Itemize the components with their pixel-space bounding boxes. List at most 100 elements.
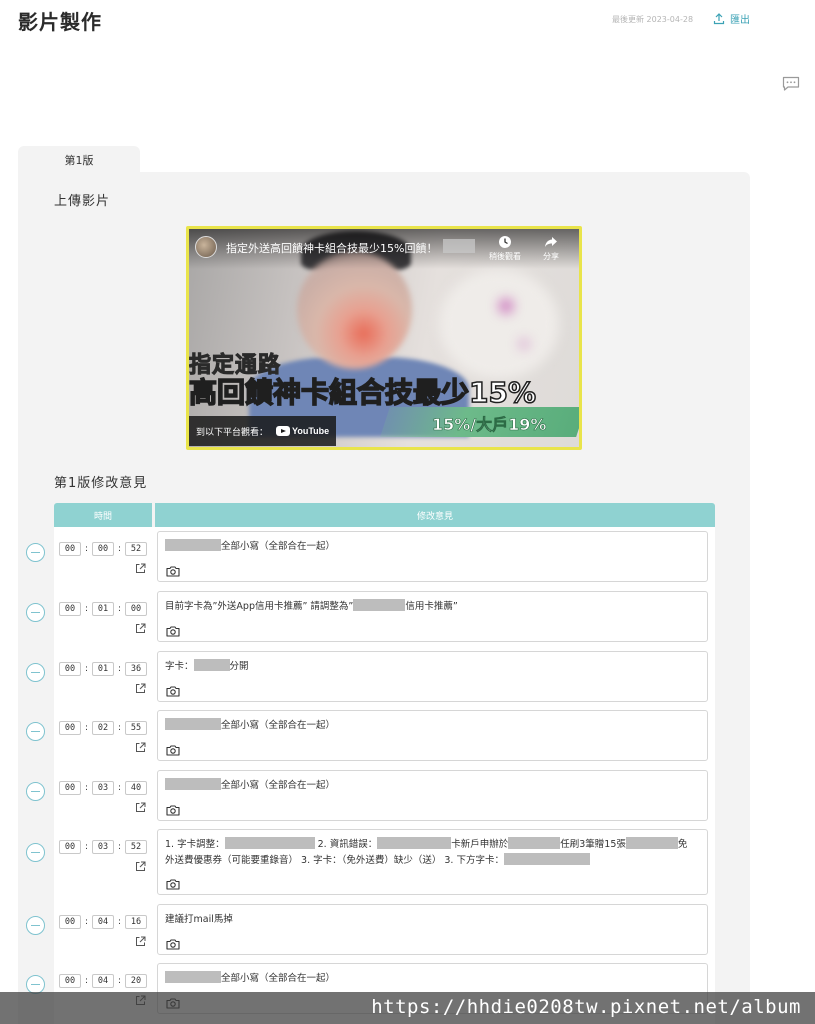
- timecode-seconds-input[interactable]: 55: [125, 721, 147, 735]
- comment-fragment: 卡新戶申辦於: [451, 839, 509, 850]
- comment-fragment: 全部小寫（全部合在一起）: [221, 720, 336, 731]
- timecode-input: 00 : 04 : 20: [59, 974, 147, 988]
- table-row: 00 : 01 : 00 目前字卡為”外送App信用卡推薦” 請調整為” 信用卡推…: [0, 591, 815, 642]
- timecode-minutes-input[interactable]: 01: [92, 602, 114, 616]
- comment-textarea[interactable]: 字卡： 分開: [157, 651, 708, 702]
- feedback-section-title: 第1版修改意見: [54, 476, 148, 491]
- remove-row-button[interactable]: [26, 916, 45, 935]
- table-row: 00 : 01 : 36 字卡： 分開: [0, 651, 815, 702]
- upload-icon: [713, 12, 725, 24]
- remove-row-button[interactable]: [26, 543, 45, 562]
- comment-textarea[interactable]: 建議打mail馬掉: [157, 904, 708, 955]
- video-title[interactable]: 指定外送高回饋神卡組合技最少15%回饋！: [226, 240, 437, 256]
- open-external-icon[interactable]: [135, 936, 146, 947]
- redacted-block: [193, 659, 230, 671]
- remove-row-button[interactable]: [26, 722, 45, 741]
- watch-on-youtube-bar[interactable]: 到以下平台觀看： YouTube: [189, 416, 336, 446]
- camera-icon[interactable]: [166, 878, 180, 890]
- timecode-hours-input[interactable]: 00: [59, 840, 81, 854]
- table-row: 00 : 02 : 55 全部小寫（全部合在一起）: [0, 710, 815, 761]
- redacted-block: [503, 853, 590, 865]
- table-row: 00 : 03 : 52 1. 字卡調整： 2. 資訊錯誤： 卡新戶申辦於 任刷3筆…: [0, 829, 815, 895]
- comment-textarea[interactable]: 全部小寫（全部合在一起）: [157, 710, 708, 761]
- remove-row-button[interactable]: [26, 843, 45, 862]
- open-external-icon[interactable]: [135, 563, 146, 574]
- table-row: 00 : 04 : 16 建議打mail馬掉: [0, 904, 815, 955]
- camera-icon[interactable]: [166, 565, 180, 577]
- comment-text: 全部小寫（全部合在一起）: [165, 718, 699, 734]
- timecode-input: 00 : 01 : 36: [59, 662, 147, 676]
- timecode-seconds-input[interactable]: 52: [125, 840, 147, 854]
- timecode-input: 00 : 03 : 52: [59, 840, 147, 854]
- timecode-minutes-input[interactable]: 03: [92, 781, 114, 795]
- timecode-input: 00 : 00 : 52: [59, 542, 147, 556]
- video-overlay-caption-3: 15%/大戶19%: [432, 415, 547, 435]
- timecode-minutes-input[interactable]: 03: [92, 840, 114, 854]
- remove-row-button[interactable]: [26, 782, 45, 801]
- timecode-minutes-input[interactable]: 02: [92, 721, 114, 735]
- remove-row-button[interactable]: [26, 663, 45, 682]
- clock-icon: [499, 236, 511, 248]
- timecode-hours-input[interactable]: 00: [59, 781, 81, 795]
- export-label: 匯出: [730, 15, 750, 26]
- timecode-seconds-input[interactable]: 40: [125, 781, 147, 795]
- youtube-logo-icon: YouTube: [276, 426, 329, 436]
- timecode-minutes-input[interactable]: 04: [92, 915, 114, 929]
- timecode-hours-input[interactable]: 00: [59, 974, 81, 988]
- remove-row-button[interactable]: [26, 603, 45, 622]
- timecode-minutes-input[interactable]: 00: [92, 542, 114, 556]
- comment-textarea[interactable]: 1. 字卡調整： 2. 資訊錯誤： 卡新戶申辦於 任刷3筆贈15張 免外送費優惠券（可…: [157, 829, 708, 895]
- open-external-icon[interactable]: [135, 683, 146, 694]
- timecode-seconds-input[interactable]: 16: [125, 915, 147, 929]
- timecode-hours-input[interactable]: 00: [59, 721, 81, 735]
- table-row: 00 : 00 : 52 全部小寫（全部合在一起）: [0, 531, 815, 582]
- timecode-hours-input[interactable]: 00: [59, 542, 81, 556]
- camera-icon[interactable]: [166, 625, 180, 637]
- timecode-input: 00 : 01 : 00: [59, 602, 147, 616]
- timecode-seconds-input[interactable]: 20: [125, 974, 147, 988]
- redacted-block: [508, 837, 561, 849]
- timecode-minutes-input[interactable]: 04: [92, 974, 114, 988]
- camera-icon[interactable]: [166, 804, 180, 816]
- comment-fragment: 建議打mail馬掉: [165, 914, 233, 925]
- redacted-block: [165, 971, 221, 983]
- open-external-icon[interactable]: [135, 802, 146, 813]
- timecode-minutes-input[interactable]: 01: [92, 662, 114, 676]
- camera-icon[interactable]: [166, 938, 180, 950]
- column-header-comment: 修改意見: [155, 503, 715, 527]
- camera-icon[interactable]: [166, 685, 180, 697]
- comment-text: 目前字卡為”外送App信用卡推薦” 請調整為” 信用卡推薦”: [165, 599, 699, 615]
- channel-avatar[interactable]: [195, 236, 217, 258]
- open-external-icon[interactable]: [135, 742, 146, 753]
- comment-text: 字卡： 分開: [165, 659, 699, 675]
- timecode-hours-input[interactable]: 00: [59, 662, 81, 676]
- comment-fragment: 信用卡推薦”: [405, 601, 458, 612]
- comment-fragment: 免: [677, 839, 688, 850]
- watch-on-label: 到以下平台觀看：: [196, 427, 269, 438]
- comment-text: 建議打mail馬掉: [165, 912, 699, 928]
- comment-fragment: 分開: [229, 661, 249, 672]
- comment-fragment: 2. 資訊錯誤：: [317, 839, 378, 850]
- tab-version-1[interactable]: 第1版: [18, 146, 140, 174]
- timecode-seconds-input[interactable]: 36: [125, 662, 147, 676]
- comment-text: 全部小寫（全部合在一起）: [165, 971, 699, 987]
- share-icon: [545, 237, 557, 247]
- timecode-hours-input[interactable]: 00: [59, 915, 81, 929]
- comment-textarea[interactable]: 全部小寫（全部合在一起）: [157, 531, 708, 582]
- watch-later-button[interactable]: 稍後觀看: [489, 235, 521, 262]
- export-button[interactable]: 匯出: [713, 11, 750, 26]
- comment-textarea[interactable]: 全部小寫（全部合在一起）: [157, 770, 708, 821]
- comment-icon[interactable]: [782, 76, 800, 92]
- timecode-hours-input[interactable]: 00: [59, 602, 81, 616]
- share-button[interactable]: 分享: [543, 235, 559, 262]
- comment-textarea[interactable]: 目前字卡為”外送App信用卡推薦” 請調整為” 信用卡推薦”: [157, 591, 708, 642]
- comment-fragment: 目前字卡為”外送App信用卡推薦” 請調整為”: [165, 601, 354, 612]
- timecode-seconds-input[interactable]: 52: [125, 542, 147, 556]
- camera-icon[interactable]: [166, 744, 180, 756]
- watermark-text: https://hhdie0208tw.pixnet.net/album: [371, 996, 801, 1018]
- timecode-seconds-input[interactable]: 00: [125, 602, 147, 616]
- open-external-icon[interactable]: [135, 861, 146, 872]
- watch-later-label: 稍後觀看: [489, 252, 521, 261]
- open-external-icon[interactable]: [135, 623, 146, 634]
- youtube-video-embed[interactable]: 指定外送高回饋神卡組合技最少15%回饋！ 稍後觀看 分享 指定通路 高回饋神卡組…: [186, 226, 582, 450]
